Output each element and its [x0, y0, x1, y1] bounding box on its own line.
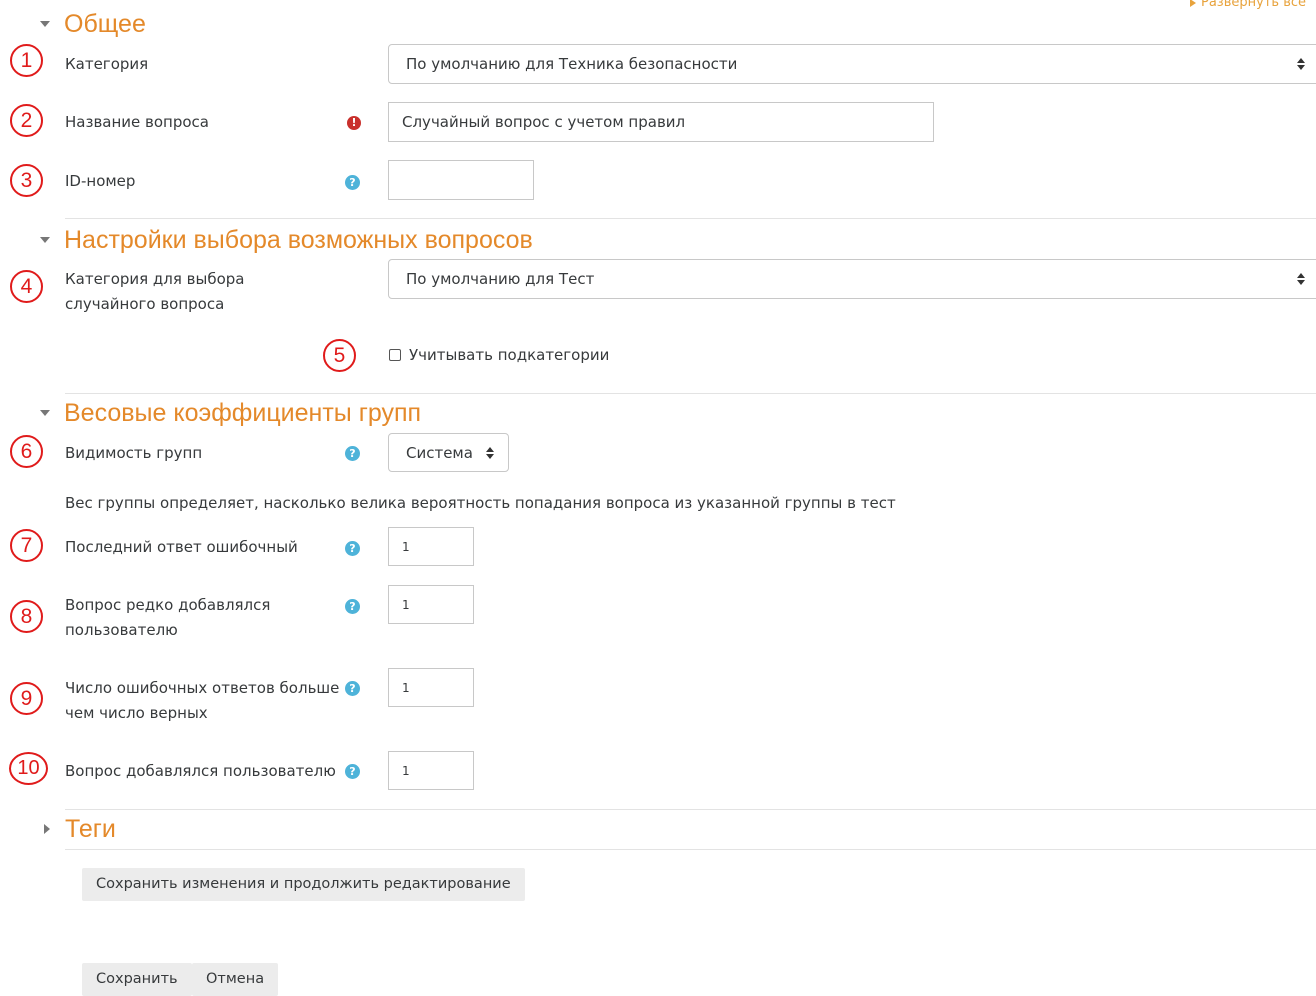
annotation-marker-8: 8 [10, 600, 43, 633]
annotation-marker-2: 2 [10, 104, 43, 137]
checkbox-box[interactable] [389, 349, 401, 361]
section-title: Настройки выбора возможных вопросов [64, 225, 533, 254]
section-divider [65, 809, 1316, 810]
help-icon[interactable]: ? [345, 541, 360, 556]
random-category-select-arrows-icon [1297, 272, 1305, 286]
help-icon[interactable]: ? [345, 681, 360, 696]
more-wrong-input[interactable] [388, 668, 474, 707]
help-icon[interactable]: ? [345, 175, 360, 190]
annotation-marker-9: 9 [10, 682, 43, 715]
save-and-continue-button[interactable]: Сохранить изменения и продолжить редакти… [82, 868, 525, 901]
cancel-button[interactable]: Отмена [192, 963, 279, 996]
id-number-input[interactable] [388, 160, 534, 200]
random-category-select[interactable]: По умолчанию для Тест [388, 259, 1316, 299]
question-name-label: Название вопроса [65, 113, 209, 131]
help-icon[interactable]: ? [345, 599, 360, 614]
expand-caret-icon [44, 824, 50, 834]
category-label: Категория [65, 55, 149, 73]
last-answer-wrong-input[interactable] [388, 527, 474, 566]
annotation-marker-10: 10 [9, 752, 48, 785]
expand-all-link[interactable]: Развернуть все [1190, 0, 1306, 10]
group-visibility-label: Видимость групп [65, 444, 203, 462]
section-divider [65, 393, 1316, 394]
rarely-added-label: Вопрос редко добавлялся пользователю [65, 596, 271, 639]
collapse-caret-icon [40, 237, 50, 243]
annotation-marker-5: 5 [323, 339, 356, 372]
collapse-caret-icon [40, 410, 50, 416]
section-general-header[interactable]: Общее [40, 7, 146, 41]
random-category-label: Категория для выбора случайного вопроса [65, 270, 245, 313]
expand-all-icon [1190, 0, 1196, 7]
random-category-select-value: По умолчанию для Тест [406, 270, 595, 288]
category-select-arrows-icon [1297, 57, 1305, 71]
section-selection-header[interactable]: Настройки выбора возможных вопросов [40, 223, 533, 257]
collapse-caret-icon [40, 21, 50, 27]
annotation-marker-4: 4 [10, 270, 43, 303]
weight-description: Вес группы определяет, насколько велика … [65, 494, 896, 512]
more-wrong-label: Число ошибочных ответов больше чем число… [65, 679, 340, 722]
section-title: Общее [64, 9, 146, 38]
section-divider [65, 849, 1316, 850]
required-icon: ! [347, 116, 361, 130]
section-title: Весовые коэффициенты групп [64, 398, 422, 427]
section-divider [65, 218, 1316, 219]
section-weights-header[interactable]: Весовые коэффициенты групп [40, 396, 421, 430]
id-number-label: ID-номер [65, 172, 136, 190]
question-name-input[interactable] [388, 102, 934, 142]
group-visibility-select-value: Система [406, 443, 473, 462]
rarely-added-input[interactable] [388, 585, 474, 624]
include-subcategories-label: Учитывать подкатегории [409, 346, 610, 364]
section-title: Теги [65, 814, 116, 843]
was-added-input[interactable] [388, 751, 474, 790]
help-icon[interactable]: ? [345, 764, 360, 779]
group-visibility-arrows-icon [486, 446, 494, 460]
category-select[interactable]: По умолчанию для Техника безопасности [388, 44, 1316, 84]
save-button[interactable]: Сохранить [82, 963, 192, 996]
category-select-value: По умолчанию для Техника безопасности [406, 55, 738, 73]
annotation-marker-3: 3 [10, 164, 43, 197]
was-added-label: Вопрос добавлялся пользователю [65, 762, 336, 780]
annotation-marker-1: 1 [10, 44, 43, 77]
annotation-marker-6: 6 [10, 435, 43, 468]
section-tags-header[interactable]: Теги [40, 812, 116, 846]
help-icon[interactable]: ? [345, 446, 360, 461]
include-subcategories-checkbox[interactable]: Учитывать подкатегории [389, 344, 609, 366]
last-answer-wrong-label: Последний ответ ошибочный [65, 538, 298, 556]
annotation-marker-7: 7 [10, 529, 43, 562]
